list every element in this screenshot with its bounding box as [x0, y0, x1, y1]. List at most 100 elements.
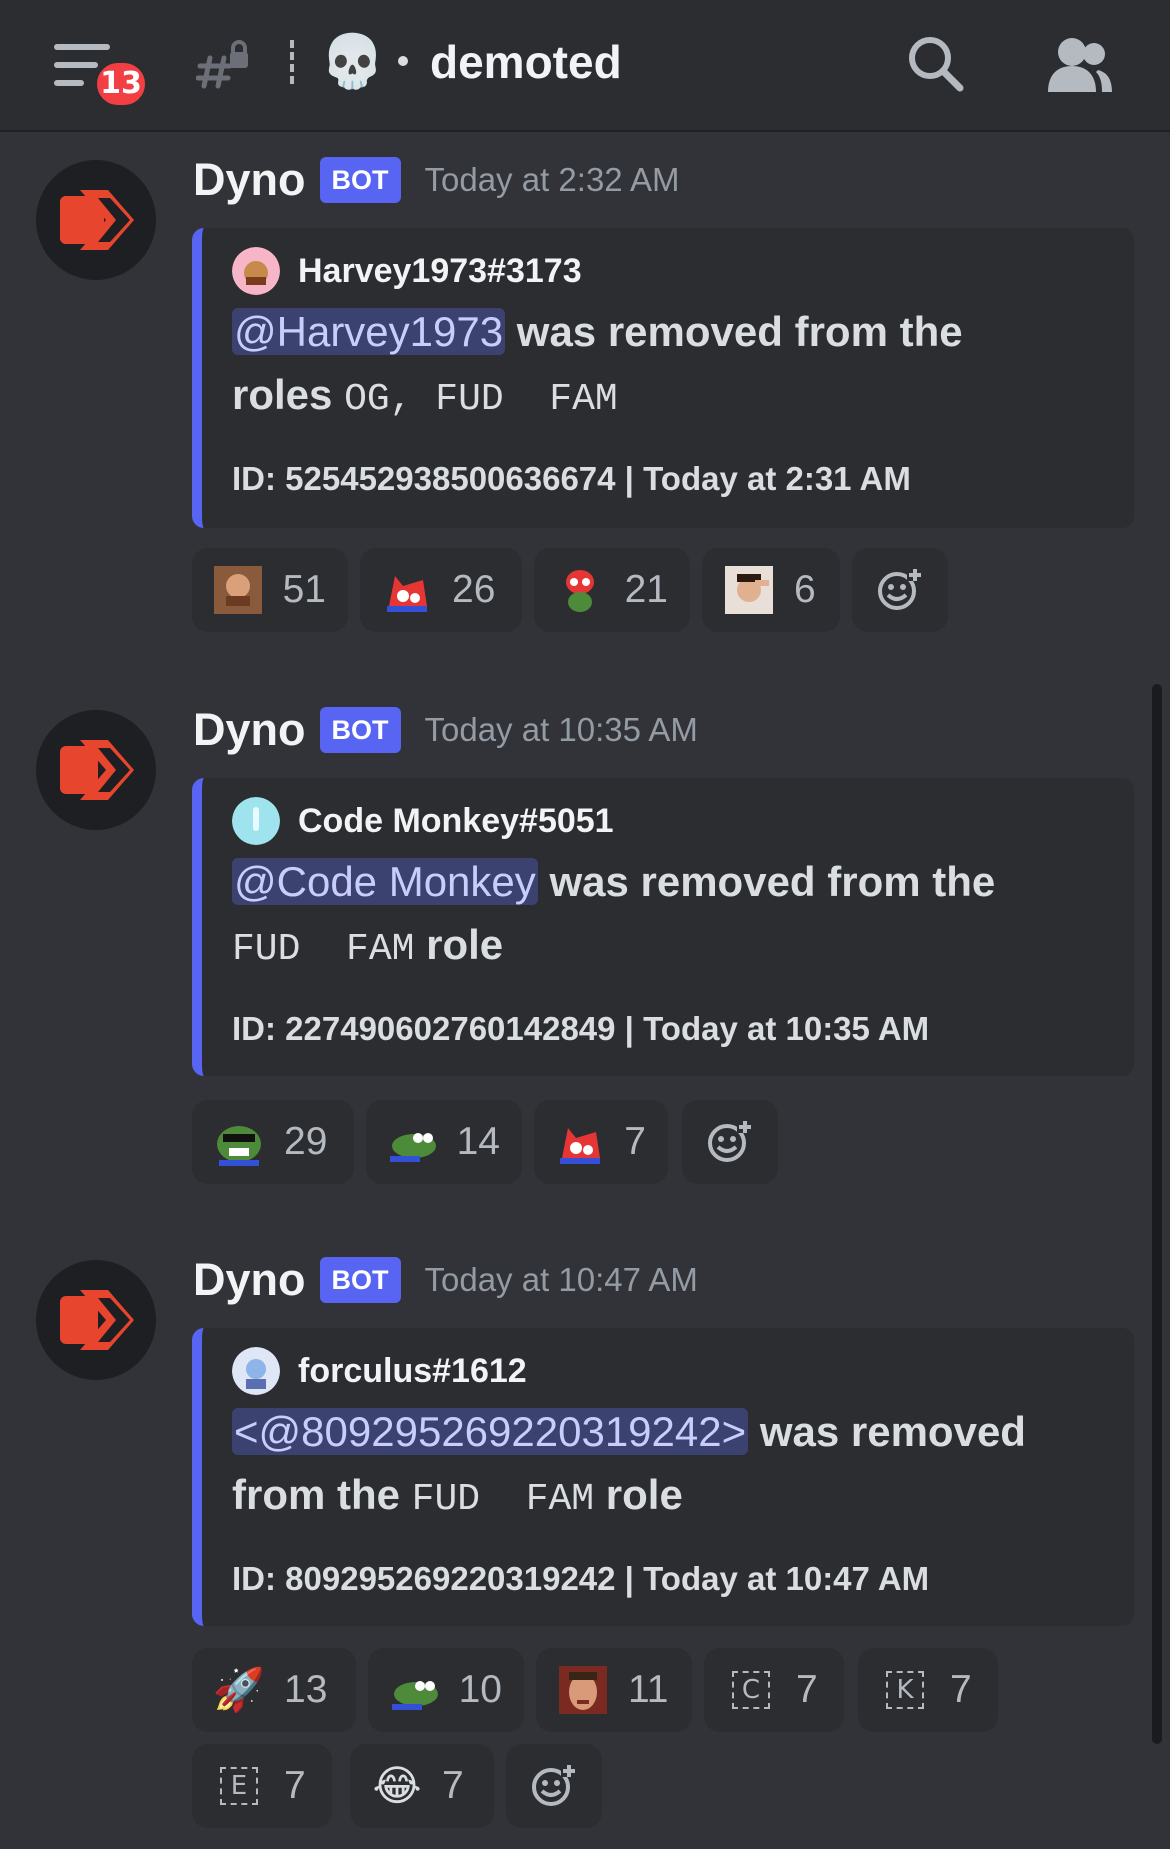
unread-badge: 13: [92, 58, 150, 110]
pepe-sunglasses-emoji-icon: [214, 1117, 264, 1167]
add-reaction-button[interactable]: [682, 1100, 778, 1184]
reaction-count: 7: [284, 1764, 306, 1807]
salute-man-emoji-icon: [724, 565, 774, 615]
embed-author: forculus#1612: [232, 1346, 527, 1396]
rocket-emoji-icon: 🚀: [212, 1665, 266, 1714]
separator-dot: [398, 56, 408, 66]
dyno-avatar[interactable]: [36, 710, 156, 830]
timestamp: Today at 10:35 AM: [424, 711, 698, 748]
pepe-lying-emoji-icon: [388, 1117, 437, 1167]
man-face-emoji-icon: [558, 1665, 608, 1715]
red-bird-emoji-icon: [382, 565, 432, 615]
reaction[interactable]: 51: [192, 548, 348, 632]
reaction[interactable]: 26: [360, 548, 522, 632]
timestamp: Today at 2:32 AM: [424, 161, 680, 198]
reaction[interactable]: 29: [192, 1100, 354, 1184]
embed-text: role: [594, 1471, 683, 1518]
reaction-count: 51: [282, 568, 326, 611]
user-mention[interactable]: @Harvey1973: [232, 308, 506, 355]
reaction-count: 7: [796, 1668, 818, 1711]
embed: Harvey1973#3173 @Harvey1973 was removed …: [192, 228, 1134, 528]
role-names: FUD FAM: [411, 1478, 595, 1521]
embed-description: @Harvey1973 was removed from the roles O…: [232, 300, 1112, 431]
message-header: Dyno BOT Today at 2:32 AM: [193, 150, 680, 210]
reaction-count: 7: [624, 1120, 646, 1163]
user-avatar-icon: [232, 247, 280, 295]
reaction[interactable]: 🚀 13: [192, 1648, 356, 1732]
embed: forculus#1612 <@809295269220319242> was …: [192, 1328, 1134, 1626]
user-mention[interactable]: <@809295269220319242>: [232, 1408, 749, 1455]
author-name[interactable]: Dyno: [193, 154, 306, 206]
embed-text: from the: [232, 1471, 412, 1518]
author-name[interactable]: Dyno: [193, 1254, 306, 1306]
reaction-count: 10: [458, 1668, 502, 1711]
reaction-count: 21: [624, 568, 668, 611]
user-avatar-icon: [232, 797, 280, 845]
timestamp: Today at 10:47 AM: [424, 1261, 698, 1298]
laughing-man-emoji-icon: [214, 565, 263, 615]
dyno-avatar[interactable]: [36, 1260, 156, 1380]
user-avatar-icon: [232, 1347, 280, 1395]
channel-name[interactable]: demoted: [430, 32, 622, 92]
embed-footer: ID: 809295269220319242 | Today at 10:47 …: [232, 1560, 930, 1597]
author-name[interactable]: Dyno: [193, 704, 306, 756]
embed-footer: ID: 227490602760142849 | Today at 10:35 …: [232, 1010, 930, 1047]
reaction-count: 13: [284, 1668, 328, 1711]
thread-lock-icon[interactable]: [195, 38, 252, 90]
role-names: FUD FAM: [232, 928, 415, 971]
dyno-avatar[interactable]: [36, 160, 156, 280]
embed-author-name[interactable]: forculus#1612: [298, 1352, 527, 1391]
reaction-count: 7: [442, 1764, 464, 1807]
reaction[interactable]: 10: [368, 1648, 524, 1732]
add-reaction-icon: [532, 1763, 577, 1806]
letter-c-emoji-icon: C: [726, 1665, 776, 1715]
reaction[interactable]: E 7: [192, 1744, 332, 1828]
channel-header: 13 💀 demoted: [0, 0, 1170, 132]
red-bird-emoji-icon: [556, 1117, 604, 1167]
reaction[interactable]: C 7: [704, 1648, 844, 1732]
embed-footer: ID: 525452938500636674 | Today at 2:31 A…: [232, 460, 911, 497]
embed-description: @Code Monkey was removed from the FUD FA…: [232, 850, 1112, 981]
embed-text: roles: [232, 371, 345, 418]
message-header: Dyno BOT Today at 10:47 AM: [193, 1250, 698, 1310]
reaction[interactable]: 21: [534, 548, 690, 632]
skull-icon: 💀: [320, 32, 385, 92]
letter-e-emoji-icon: E: [214, 1761, 264, 1811]
reaction-count: 14: [456, 1120, 500, 1163]
reaction[interactable]: 14: [366, 1100, 522, 1184]
reaction[interactable]: 11: [536, 1648, 692, 1732]
scrollbar[interactable]: [1152, 684, 1162, 1744]
embed-author-name[interactable]: Harvey1973#3173: [298, 252, 582, 291]
red-frog-emoji-icon: [556, 565, 605, 615]
reaction-count: 11: [628, 1668, 669, 1711]
user-mention[interactable]: @Code Monkey: [232, 858, 538, 905]
embed-text: role: [414, 921, 504, 968]
embed: Code Monkey#5051 @Code Monkey was remove…: [192, 778, 1134, 1076]
reaction-count: 26: [452, 568, 496, 611]
joy-emoji-icon: 😂: [372, 1761, 422, 1810]
add-reaction-button[interactable]: [506, 1744, 602, 1828]
members-icon[interactable]: [1046, 36, 1114, 94]
role-names: OG, FUD FAM: [344, 378, 618, 421]
bot-tag: BOT: [319, 157, 401, 203]
embed-description: <@809295269220319242> was removed from t…: [232, 1400, 1112, 1531]
embed-author: Harvey1973#3173: [232, 246, 582, 296]
add-reaction-button[interactable]: [852, 548, 948, 632]
header-divider: [290, 40, 294, 84]
embed-text: was removed from the: [537, 858, 996, 905]
embed-author-name[interactable]: Code Monkey#5051: [298, 802, 614, 841]
search-icon[interactable]: [906, 34, 966, 94]
embed-text: was removed: [748, 1408, 1026, 1455]
message-header: Dyno BOT Today at 10:35 AM: [193, 700, 698, 760]
reaction[interactable]: 😂 7: [350, 1744, 494, 1828]
reaction[interactable]: K 7: [858, 1648, 998, 1732]
reaction[interactable]: 6: [702, 548, 840, 632]
reaction-count: 7: [950, 1668, 972, 1711]
letter-k-emoji-icon: K: [880, 1665, 930, 1715]
add-reaction-icon: [878, 567, 923, 610]
reaction[interactable]: 7: [534, 1100, 668, 1184]
embed-text: was removed from the: [505, 308, 963, 355]
reaction-count: 29: [284, 1120, 328, 1163]
embed-author: Code Monkey#5051: [232, 796, 614, 846]
pepe-lying-emoji-icon: [390, 1665, 439, 1715]
